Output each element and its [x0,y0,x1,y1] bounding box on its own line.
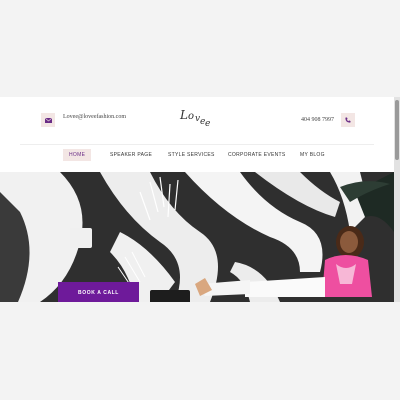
book-a-call-button[interactable]: BOOK A CALL [58,282,139,302]
nav-item-home[interactable]: HOME [63,149,92,161]
logo-glyph-e2: e [205,119,211,129]
envelope-icon[interactable] [41,113,55,127]
nav-item-corporate-events[interactable]: CORPORATE EVENTS [228,152,286,158]
main-navigation: HOME SPEAKER PAGE STYLE SERVICES CORPORA… [0,149,394,165]
header-divider [20,144,374,145]
logo-glyph-l: L [180,108,188,122]
website-viewport: Lovee@loveefashion.com L o v e e 404 908… [0,97,394,302]
site-header: Lovee@loveefashion.com L o v e e 404 908… [0,97,394,144]
phone-icon-glyph [345,117,351,123]
wall-card [70,228,92,248]
hero-banner: BOOK A CALL [0,172,394,302]
nav-item-my-blog[interactable]: MY BLOG [300,152,325,158]
phone-icon[interactable] [341,113,355,127]
nav-item-speaker-page[interactable]: SPEAKER PAGE [110,152,152,158]
sofa [150,290,190,302]
nav-item-style-services[interactable]: STYLE SERVICES [168,152,215,158]
page-bottom-margin [0,302,400,400]
envelope-icon-glyph [44,117,52,123]
contact-email[interactable]: Lovee@loveefashion.com [63,114,126,120]
page-top-margin [0,0,400,97]
lovee-logo[interactable]: L o v e e [178,107,218,133]
logo-glyph-o: o [188,111,195,122]
contact-phone[interactable]: 404 908 7997 [301,117,334,123]
scrollbar-thumb[interactable] [395,100,399,160]
